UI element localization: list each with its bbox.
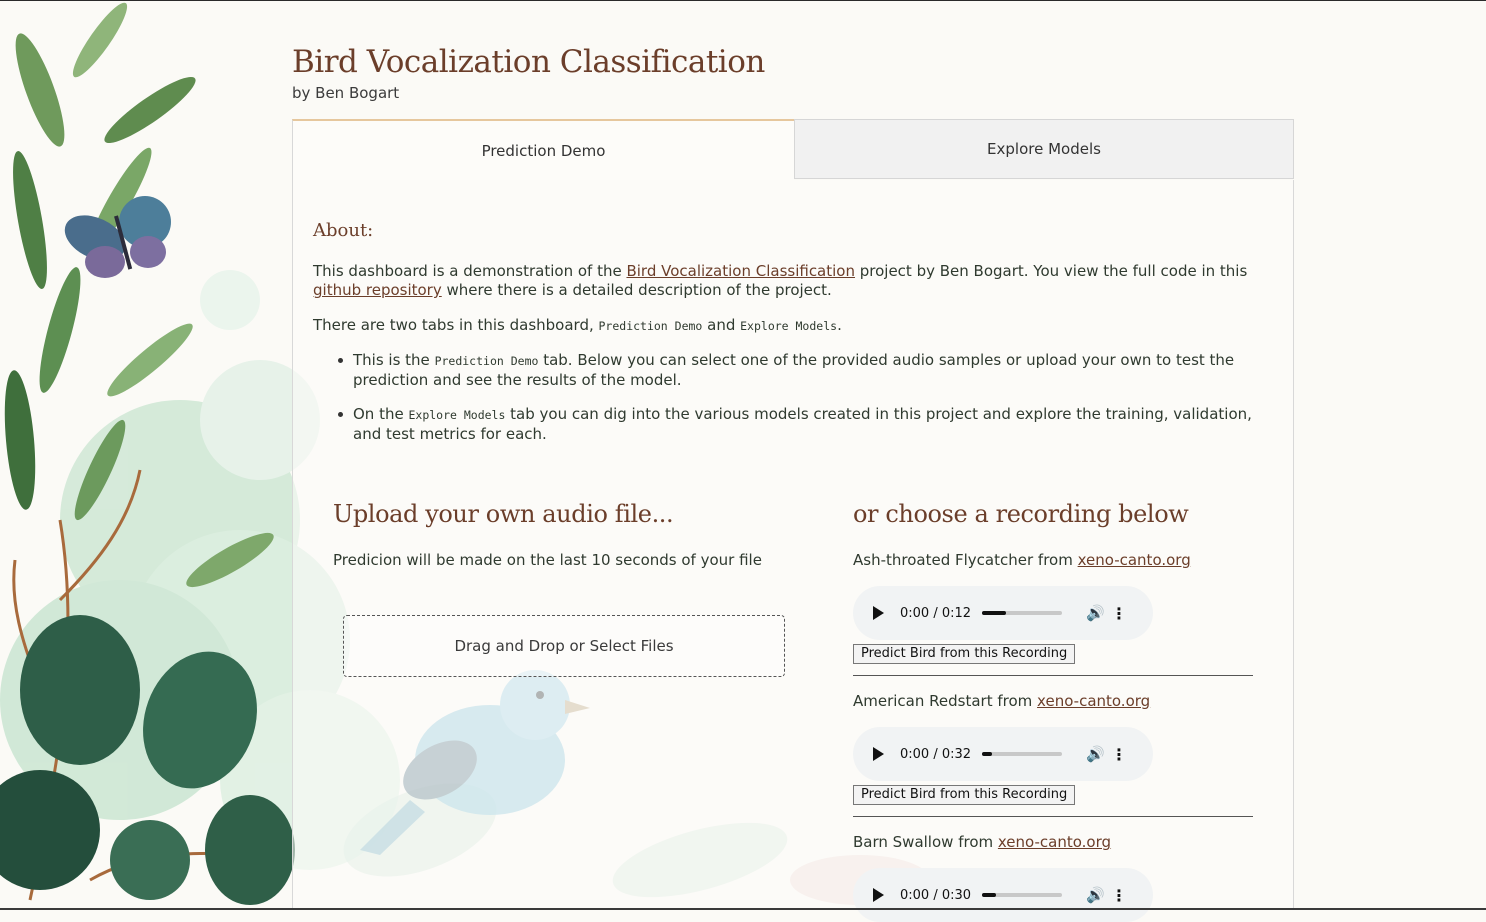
predict-button[interactable]: Predict Bird from this Recording bbox=[853, 785, 1076, 805]
play-icon[interactable] bbox=[873, 747, 884, 761]
project-link[interactable]: Bird Vocalization Classification bbox=[626, 262, 855, 280]
divider bbox=[853, 675, 1253, 676]
upload-heading: Upload your own audio file... bbox=[333, 500, 674, 528]
bird-name: Ash-throated Flycatcher bbox=[853, 551, 1034, 569]
github-repository-link[interactable]: github repository bbox=[313, 281, 442, 299]
code-explore-models: Explore Models bbox=[408, 408, 506, 422]
code-explore-models: Explore Models bbox=[740, 319, 838, 333]
code-prediction-demo: Prediction Demo bbox=[598, 319, 703, 333]
play-icon[interactable] bbox=[873, 606, 884, 620]
xeno-canto-link[interactable]: xeno-canto.org bbox=[1078, 551, 1191, 569]
audio-player: 0:00 / 0:30 🔊 ⋮ bbox=[853, 868, 1153, 922]
xeno-canto-link[interactable]: xeno-canto.org bbox=[1037, 692, 1150, 710]
about-paragraph-2: There are two tabs in this dashboard, Pr… bbox=[313, 316, 1258, 336]
tab-bar: Prediction Demo Explore Models bbox=[292, 119, 1294, 180]
xeno-canto-link[interactable]: xeno-canto.org bbox=[998, 833, 1111, 851]
audio-player: 0:00 / 0:32 🔊 ⋮ bbox=[853, 727, 1153, 781]
upload-note: Predicion will be made on the last 10 se… bbox=[333, 551, 762, 569]
author-byline: by Ben Bogart bbox=[292, 84, 400, 102]
list-item: This is the Prediction Demo tab. Below y… bbox=[338, 351, 1258, 390]
about-text: There are two tabs in this dashboard, bbox=[313, 316, 599, 334]
seek-progress bbox=[982, 893, 996, 897]
list-item: On the Explore Models tab you can dig in… bbox=[338, 405, 1258, 444]
volume-icon[interactable]: 🔊 bbox=[1086, 886, 1110, 904]
about-text: and bbox=[702, 316, 741, 334]
bird-name: American Redstart bbox=[853, 692, 993, 710]
recording-label: Ash-throated Flycatcher from xeno-canto.… bbox=[853, 551, 1191, 569]
bird-name: Barn Swallow bbox=[853, 833, 954, 851]
source-prefix: from bbox=[992, 692, 1038, 710]
page-title: Bird Vocalization Classification bbox=[292, 44, 765, 80]
audio-player: 0:00 / 0:12 🔊 ⋮ bbox=[853, 586, 1153, 640]
code-prediction-demo: Prediction Demo bbox=[434, 354, 539, 368]
time-display: 0:00 / 0:12 bbox=[900, 605, 972, 621]
about-paragraph-1: This dashboard is a demonstration of the… bbox=[313, 262, 1258, 300]
time-display: 0:00 / 0:30 bbox=[900, 887, 972, 903]
about-text: . bbox=[837, 316, 842, 334]
source-prefix: from bbox=[1033, 551, 1078, 569]
bullet-text: This is the bbox=[353, 351, 435, 369]
seek-progress bbox=[982, 611, 1006, 615]
source-prefix: from bbox=[953, 833, 998, 851]
tab-prediction-demo[interactable]: Prediction Demo bbox=[292, 119, 794, 180]
about-text: where there is a detailed description of… bbox=[441, 281, 832, 299]
bullet-text: On the bbox=[353, 405, 409, 423]
recording-label: American Redstart from xeno-canto.org bbox=[853, 692, 1150, 710]
tab-explore-models[interactable]: Explore Models bbox=[794, 119, 1294, 179]
more-vert-icon[interactable]: ⋮ bbox=[1110, 604, 1128, 623]
seek-slider[interactable] bbox=[982, 611, 1062, 615]
more-vert-icon[interactable]: ⋮ bbox=[1110, 886, 1128, 905]
about-text: project by Ben Bogart. You view the full… bbox=[854, 262, 1248, 280]
predict-button[interactable]: Predict Bird from this Recording bbox=[853, 644, 1076, 664]
recordings-heading: or choose a recording below bbox=[853, 500, 1189, 528]
file-dropzone[interactable]: Drag and Drop or Select Files bbox=[343, 615, 785, 677]
volume-icon[interactable]: 🔊 bbox=[1086, 604, 1110, 622]
seek-slider[interactable] bbox=[982, 752, 1062, 756]
about-heading: About: bbox=[313, 220, 374, 241]
seek-slider[interactable] bbox=[982, 893, 1062, 897]
divider bbox=[853, 816, 1253, 817]
volume-icon[interactable]: 🔊 bbox=[1086, 745, 1110, 763]
seek-progress bbox=[982, 752, 992, 756]
recording-label: Barn Swallow from xeno-canto.org bbox=[853, 833, 1111, 851]
more-vert-icon[interactable]: ⋮ bbox=[1110, 745, 1128, 764]
time-display: 0:00 / 0:32 bbox=[900, 746, 972, 762]
about-text: This dashboard is a demonstration of the bbox=[313, 262, 627, 280]
play-icon[interactable] bbox=[873, 888, 884, 902]
